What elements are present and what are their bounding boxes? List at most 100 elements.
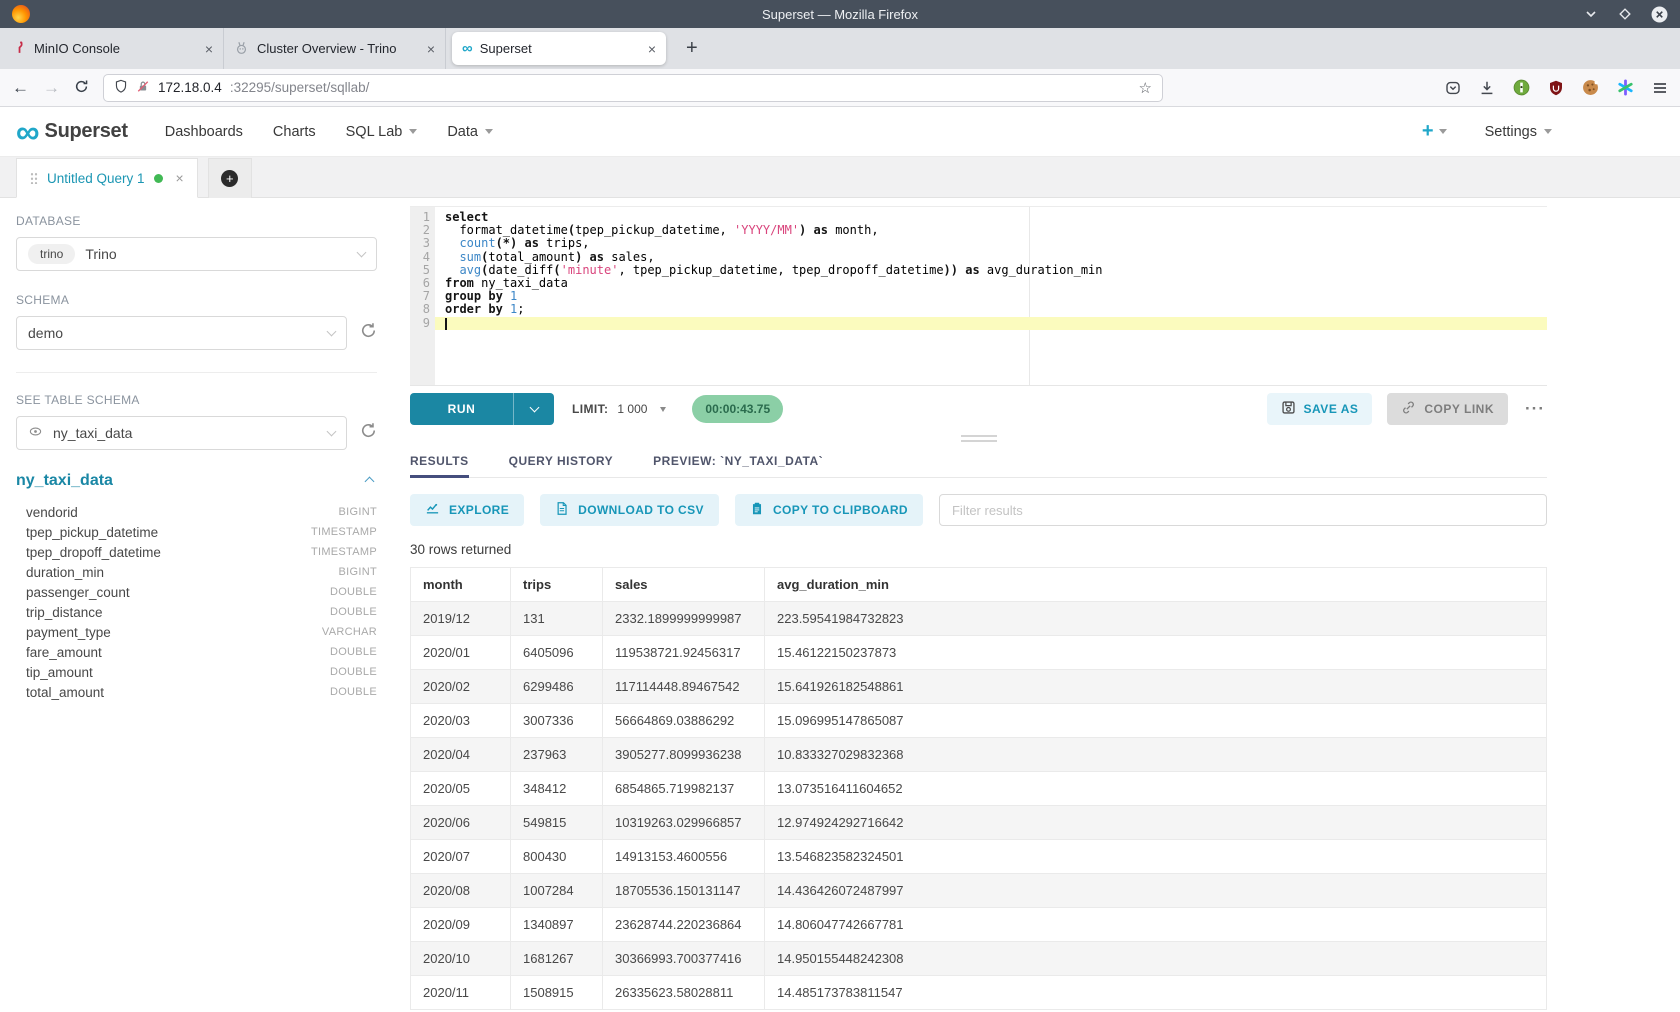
table-row: 2020/0780043014913153.460055613.54682358… [411,840,1547,874]
nav-item-sql-lab[interactable]: SQL Lab [331,107,433,157]
sql-editor-lines[interactable]: select format_datetime(tpep_pickup_datet… [435,207,1547,385]
filter-results-input[interactable] [939,494,1547,526]
column-type: DOUBLE [330,686,377,698]
save-icon [1281,400,1296,418]
shield-icon[interactable] [114,79,128,97]
table-row: 2019/121312332.1899999999987223.59541984… [411,602,1547,636]
superset-navbar: ∞ Superset Dashboards Charts SQL Lab Dat… [0,107,1680,157]
copy-clipboard-button[interactable]: COPY TO CLIPBOARD [735,494,923,526]
sql-editor[interactable]: 123456789 select format_datetime(tpep_pi… [410,206,1547,386]
rows-returned-text: 30 rows returned [410,542,1547,557]
table-column-row: tpep_dropoff_datetime TIMESTAMP [16,542,377,562]
refresh-schemas-icon[interactable] [360,322,377,344]
table-select[interactable]: ny_taxi_data [16,416,347,450]
hamburger-menu-icon[interactable] [1652,80,1668,96]
downloads-icon[interactable] [1479,80,1495,96]
bookmark-star-icon[interactable]: ☆ [1139,79,1152,97]
browser-extension-icons [1445,79,1668,96]
nav-item-data[interactable]: Data [432,107,508,157]
nav-item-charts[interactable]: Charts [258,107,331,157]
chevron-down-icon [485,129,493,134]
database-select[interactable]: trino Trino [16,237,377,271]
table-row: 2020/0654981510319263.02996685712.974924… [411,806,1547,840]
back-button[interactable]: ← [12,79,29,96]
table-column-row: vendorid BIGINT [16,502,377,522]
column-header[interactable]: avg_duration_min [765,568,1547,602]
results-tbody: 2019/121312332.1899999999987223.59541984… [411,602,1547,1010]
column-name: tpep_dropoff_datetime [26,545,161,560]
ublock-origin-icon[interactable] [1548,80,1564,96]
privacy-badger-icon[interactable] [1513,79,1530,96]
limit-dropdown[interactable]: LIMIT: 1 000 [572,402,666,416]
window-minimize-button[interactable] [1583,6,1599,22]
window-close-button[interactable] [1651,6,1668,23]
save-as-button[interactable]: SAVE AS [1267,393,1373,425]
code-line[interactable]: avg(date_diff('minute', tpep_pickup_date… [435,264,1547,277]
column-name: passenger_count [26,585,130,600]
column-header[interactable]: trips [511,568,603,602]
table-column-row: fare_amount DOUBLE [16,642,377,662]
browser-titlebar: Superset — Mozilla Firefox [0,0,1680,28]
collapse-table-icon[interactable] [366,472,373,490]
column-type: DOUBLE [330,586,377,598]
tab-title: Superset [480,41,640,56]
cookie-extension-icon[interactable] [1582,79,1599,96]
table-schema-title[interactable]: ny_taxi_data [16,472,113,490]
code-line[interactable]: order by 1; [435,303,1547,316]
table-column-row: trip_distance DOUBLE [16,602,377,622]
extension-asterisk-icon[interactable] [1617,79,1634,96]
download-csv-button[interactable]: DOWNLOAD TO CSV [540,494,719,526]
reload-button[interactable] [74,79,89,97]
pane-resize-handle[interactable] [410,432,1547,444]
database-label: DATABASE [16,214,377,228]
window-maximize-button[interactable] [1617,6,1633,22]
copy-link-button[interactable]: COPY LINK [1387,393,1508,425]
new-tab-button[interactable]: + [686,37,698,60]
chevron-down-icon [357,247,367,257]
run-options-button[interactable] [514,393,554,425]
tab-close-icon[interactable]: × [648,41,656,57]
code-line[interactable] [435,317,1547,330]
code-line[interactable]: from ny_taxi_data [435,277,1547,290]
tab-preview-table[interactable]: PREVIEW: `NY_TAXI_DATA` [653,444,823,477]
more-options-button[interactable]: ··· [1523,399,1547,419]
code-line[interactable]: group by 1 [435,290,1547,303]
superset-logo[interactable]: ∞ Superset [16,120,128,143]
query-tab-active[interactable]: Untitled Query 1 × [16,158,198,198]
settings-menu[interactable]: Settings [1485,124,1552,140]
new-item-button[interactable]: + [1422,120,1447,143]
pocket-icon[interactable] [1445,80,1461,96]
url-bar[interactable]: 172.18.0.4:32295/superset/sqllab/ ☆ [103,74,1163,102]
results-header-row: monthtripssalesavg_duration_min [411,568,1547,602]
insecure-lock-icon[interactable] [136,79,150,97]
add-query-tab[interactable]: + [208,158,252,198]
tab-close-icon[interactable]: × [205,41,213,57]
sqllab-sidebar: DATABASE trino Trino SCHEMA demo SEE TAB… [0,198,395,1012]
column-name: vendorid [26,505,78,520]
browser-tab-trino[interactable]: Cluster Overview - Trino × [224,28,446,69]
forward-button: → [43,79,60,96]
browser-tab-superset[interactable]: ∞ Superset × [452,32,666,65]
explore-button[interactable]: EXPLORE [410,494,524,526]
run-button[interactable]: RUN [410,393,514,425]
tab-results[interactable]: RESULTS [410,444,469,477]
chart-icon [425,501,440,519]
table-row: 2020/11150891526335623.5802881114.485173… [411,976,1547,1010]
tab-query-history[interactable]: QUERY HISTORY [509,444,614,477]
drag-handle-icon[interactable] [30,172,38,184]
code-line[interactable]: format_datetime(tpep_pickup_datetime, 'Y… [435,224,1547,237]
chevron-down-icon [660,407,666,412]
column-name: tip_amount [26,665,93,680]
database-backend-tag: trino [28,244,75,264]
tab-close-icon[interactable]: × [427,41,435,57]
schema-select[interactable]: demo [16,316,347,350]
query-tab-close-icon[interactable]: × [176,170,184,186]
table-row: 2020/042379633905277.809993623810.833327… [411,738,1547,772]
browser-tab-minio[interactable]: MinIO Console × [2,28,224,69]
refresh-tables-icon[interactable] [360,422,377,444]
table-column-row: tip_amount DOUBLE [16,662,377,682]
nav-item-dashboards[interactable]: Dashboards [150,107,258,157]
column-header[interactable]: sales [603,568,765,602]
editor-toolbar: RUN LIMIT: 1 000 00:00:43.75 SAVE AS [410,386,1547,432]
column-header[interactable]: month [411,568,511,602]
